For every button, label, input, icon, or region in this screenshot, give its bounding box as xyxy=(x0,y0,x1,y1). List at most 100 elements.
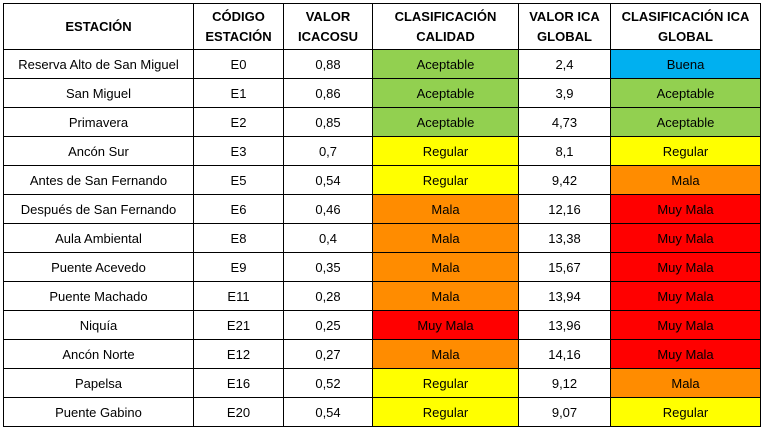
ica-global-class-cell: Aceptable xyxy=(610,107,761,137)
station-code-cell: E3 xyxy=(193,136,284,166)
quality-class-cell: Regular xyxy=(372,368,519,398)
table-row: Primavera E2 0,85 Aceptable 4,73 Aceptable xyxy=(3,107,761,137)
ica-global-value-cell: 9,12 xyxy=(518,368,611,398)
ica-global-class-cell: Regular xyxy=(610,397,761,427)
icacosu-value-cell: 0,88 xyxy=(283,49,373,79)
ica-global-class-cell: Mala xyxy=(610,368,761,398)
quality-class-cell: Mala xyxy=(372,339,519,369)
ica-global-class-cell: Buena xyxy=(610,49,761,79)
header-station: ESTACIÓN xyxy=(3,3,194,50)
ica-global-value-cell: 9,42 xyxy=(518,165,611,195)
station-cell: Antes de San Fernando xyxy=(3,165,194,195)
table-row: Reserva Alto de San Miguel E0 0,88 Aceptabl… xyxy=(3,49,761,79)
table-row: Ancón Norte E12 0,27 Mala 14,16 Muy Mala xyxy=(3,339,761,369)
ica-global-class-cell: Mala xyxy=(610,165,761,195)
quality-class-cell: Muy Mala xyxy=(372,310,519,340)
station-cell: Después de San Fernando xyxy=(3,194,194,224)
icacosu-value-cell: 0,27 xyxy=(283,339,373,369)
ica-global-class-cell: Muy Mala xyxy=(610,252,761,282)
icacosu-value-cell: 0,85 xyxy=(283,107,373,137)
station-code-cell: E1 xyxy=(193,78,284,108)
ica-global-value-cell: 13,94 xyxy=(518,281,611,311)
station-code-cell: E20 xyxy=(193,397,284,427)
ica-global-class-cell: Muy Mala xyxy=(610,194,761,224)
ica-global-class-cell: Muy Mala xyxy=(610,281,761,311)
station-code-cell: E12 xyxy=(193,339,284,369)
station-cell: Ancón Sur xyxy=(3,136,194,166)
ica-global-class-cell: Muy Mala xyxy=(610,310,761,340)
ica-global-class-cell: Aceptable xyxy=(610,78,761,108)
table-row: Papelsa E16 0,52 Regular 9,12 Mala xyxy=(3,368,761,398)
table-row: Puente Acevedo E9 0,35 Mala 15,67 Muy Mala xyxy=(3,252,761,282)
table-row: Ancón Sur E3 0,7 Regular 8,1 Regular xyxy=(3,136,761,166)
ica-classification-table: ESTACIÓN CÓDIGO ESTACIÓN VALOR ICACOSU C… xyxy=(3,3,761,427)
quality-class-cell: Aceptable xyxy=(372,78,519,108)
table-row: Puente Gabino E20 0,54 Regular 9,07 Regular xyxy=(3,397,761,427)
header-station-code: CÓDIGO ESTACIÓN xyxy=(193,3,284,50)
station-code-cell: E11 xyxy=(193,281,284,311)
station-code-cell: E2 xyxy=(193,107,284,137)
icacosu-value-cell: 0,54 xyxy=(283,397,373,427)
station-code-cell: E6 xyxy=(193,194,284,224)
ica-global-value-cell: 3,9 xyxy=(518,78,611,108)
station-cell: Puente Gabino xyxy=(3,397,194,427)
ica-global-class-cell: Regular xyxy=(610,136,761,166)
ica-global-value-cell: 2,4 xyxy=(518,49,611,79)
quality-class-cell: Regular xyxy=(372,136,519,166)
icacosu-value-cell: 0,35 xyxy=(283,252,373,282)
station-cell: Primavera xyxy=(3,107,194,137)
table-row: Después de San Fernando E6 0,46 Mala 12,16 Mu… xyxy=(3,194,761,224)
quality-class-cell: Regular xyxy=(372,165,519,195)
quality-class-cell: Mala xyxy=(372,281,519,311)
ica-global-value-cell: 13,38 xyxy=(518,223,611,253)
ica-global-value-cell: 4,73 xyxy=(518,107,611,137)
icacosu-value-cell: 0,7 xyxy=(283,136,373,166)
station-cell: Reserva Alto de San Miguel xyxy=(3,49,194,79)
table-row: Antes de San Fernando E5 0,54 Regular 9,42 Ma… xyxy=(3,165,761,195)
table-row: Puente Machado E11 0,28 Mala 13,94 Muy Mala xyxy=(3,281,761,311)
station-code-cell: E9 xyxy=(193,252,284,282)
table-row: Aula Ambiental E8 0,4 Mala 13,38 Muy Mala xyxy=(3,223,761,253)
ica-global-value-cell: 15,67 xyxy=(518,252,611,282)
quality-class-cell: Regular xyxy=(372,397,519,427)
station-code-cell: E21 xyxy=(193,310,284,340)
quality-class-cell: Mala xyxy=(372,252,519,282)
icacosu-value-cell: 0,4 xyxy=(283,223,373,253)
icacosu-value-cell: 0,52 xyxy=(283,368,373,398)
ica-global-value-cell: 13,96 xyxy=(518,310,611,340)
ica-global-class-cell: Muy Mala xyxy=(610,223,761,253)
station-code-cell: E16 xyxy=(193,368,284,398)
icacosu-value-cell: 0,54 xyxy=(283,165,373,195)
header-ica-global-value: VALOR ICA GLOBAL xyxy=(518,3,611,50)
ica-global-value-cell: 12,16 xyxy=(518,194,611,224)
station-cell: Puente Machado xyxy=(3,281,194,311)
station-cell: Papelsa xyxy=(3,368,194,398)
table-row: Niquía E21 0,25 Muy Mala 13,96 Muy Mala xyxy=(3,310,761,340)
ica-global-class-cell: Muy Mala xyxy=(610,339,761,369)
station-code-cell: E0 xyxy=(193,49,284,79)
icacosu-value-cell: 0,86 xyxy=(283,78,373,108)
quality-class-cell: Aceptable xyxy=(372,49,519,79)
station-cell: Niquía xyxy=(3,310,194,340)
ica-global-value-cell: 9,07 xyxy=(518,397,611,427)
ica-global-value-cell: 8,1 xyxy=(518,136,611,166)
station-cell: San Miguel xyxy=(3,78,194,108)
station-cell: Ancón Norte xyxy=(3,339,194,369)
header-row: ESTACIÓN CÓDIGO ESTACIÓN VALOR ICACOSU C… xyxy=(3,3,761,50)
ica-global-value-cell: 14,16 xyxy=(518,339,611,369)
station-code-cell: E5 xyxy=(193,165,284,195)
quality-class-cell: Mala xyxy=(372,194,519,224)
icacosu-value-cell: 0,28 xyxy=(283,281,373,311)
quality-class-cell: Aceptable xyxy=(372,107,519,137)
header-icacosu-value: VALOR ICACOSU xyxy=(283,3,373,50)
table-row: San Miguel E1 0,86 Aceptable 3,9 Aceptable xyxy=(3,78,761,108)
icacosu-value-cell: 0,46 xyxy=(283,194,373,224)
station-cell: Aula Ambiental xyxy=(3,223,194,253)
header-ica-global-class: CLASIFICACIÓN ICA GLOBAL xyxy=(610,3,761,50)
header-quality-class: CLASIFICACIÓN CALIDAD xyxy=(372,3,519,50)
station-code-cell: E8 xyxy=(193,223,284,253)
station-cell: Puente Acevedo xyxy=(3,252,194,282)
quality-class-cell: Mala xyxy=(372,223,519,253)
table-body: Reserva Alto de San Miguel E0 0,88 Aceptabl… xyxy=(3,49,761,427)
icacosu-value-cell: 0,25 xyxy=(283,310,373,340)
